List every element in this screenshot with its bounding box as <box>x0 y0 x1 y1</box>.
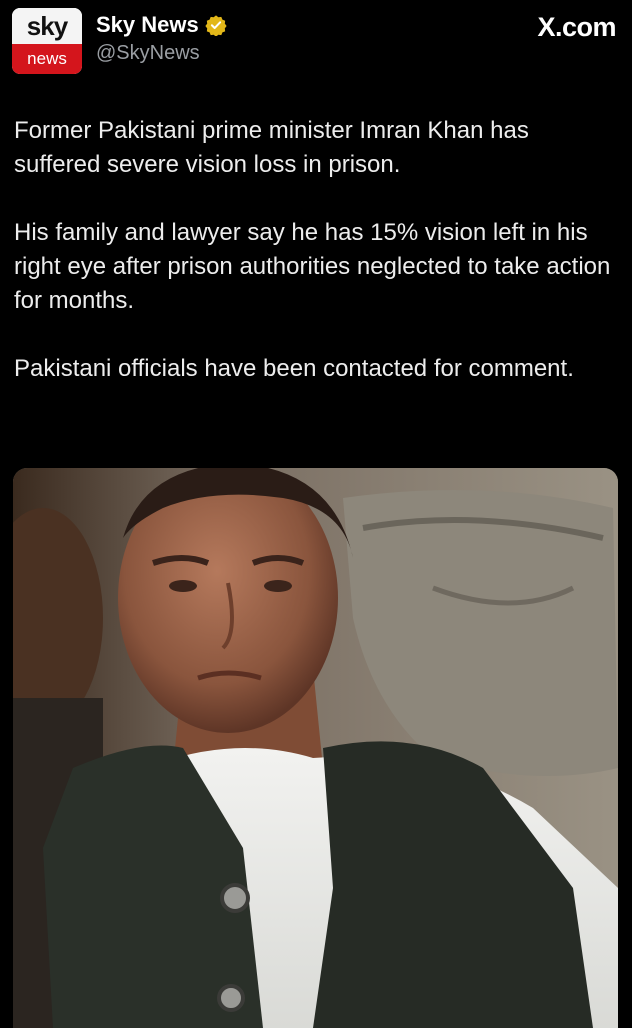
account-name-row: Sky News <box>96 12 227 38</box>
avatar-sky-label: sky <box>12 8 82 44</box>
account-handle[interactable]: @SkyNews <box>96 42 200 65</box>
tweet-text: Former Pakistani prime minister Imran Kh… <box>14 114 614 386</box>
avatar-news-label: news <box>12 44 82 74</box>
source-label: X.com <box>537 12 616 42</box>
tweet-paragraph: Former Pakistani prime minister Imran Kh… <box>14 117 529 178</box>
tweet-header: sky news Sky News @SkyNews X.com <box>12 8 620 78</box>
verified-badge-icon <box>205 15 227 36</box>
portrait-photo <box>13 468 618 1028</box>
avatar[interactable]: sky news <box>12 8 82 74</box>
tweet-paragraph: His family and lawyer say he has 15% vis… <box>14 219 611 314</box>
tweet-media-image[interactable] <box>13 468 618 1028</box>
tweet-paragraph: Pakistani officials have been contacted … <box>14 355 574 382</box>
account-name[interactable]: Sky News <box>96 12 199 38</box>
